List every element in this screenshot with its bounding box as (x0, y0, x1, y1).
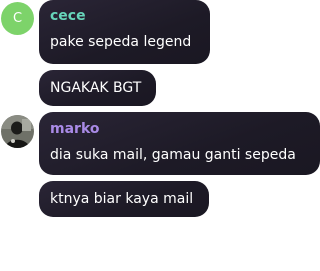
message-bubble[interactable]: ktnya biar kaya mail (39, 181, 209, 217)
message-text: pake sepeda legend (50, 34, 192, 50)
sender-name[interactable]: marko (50, 121, 309, 137)
message-bubble[interactable]: marko dia suka mail, gamau ganti sepeda (39, 112, 320, 175)
message-text: NGAKAK BGT (50, 80, 142, 96)
chat-thread: C cece pake sepeda legend NGAKAK BGT mar… (0, 0, 320, 271)
avatar-cece[interactable]: C (1, 2, 34, 35)
profile-photo-icon (1, 115, 34, 148)
sender-name[interactable]: cece (50, 8, 199, 24)
message-text: dia suka mail, gamau ganti sepeda (50, 147, 296, 163)
avatar-marko[interactable] (1, 115, 34, 148)
message-text: ktnya biar kaya mail (50, 191, 194, 207)
avatar-letter: C (12, 11, 23, 26)
message-bubble[interactable]: cece pake sepeda legend (39, 0, 210, 64)
message-bubble[interactable]: NGAKAK BGT (39, 70, 156, 106)
